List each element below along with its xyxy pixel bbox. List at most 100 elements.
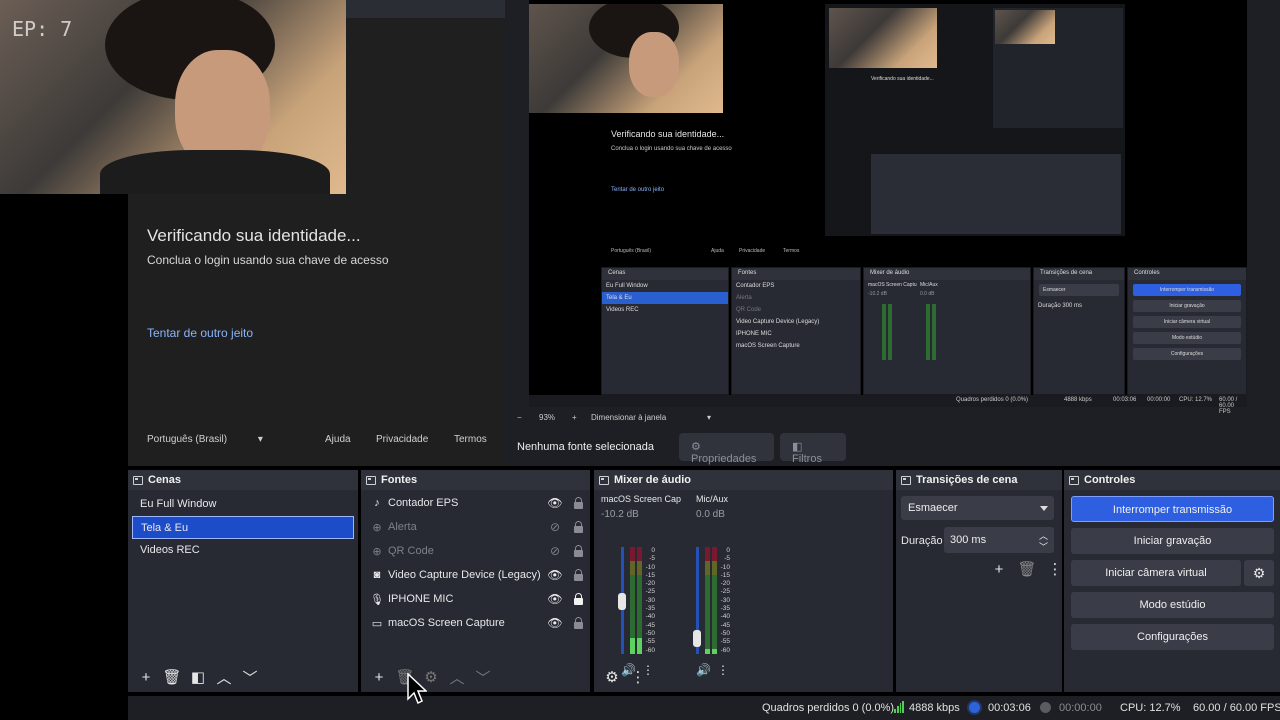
chevron-down-icon[interactable]: ﹀ [238,666,262,688]
studio-mode-button[interactable]: Modo estúdio [1071,592,1274,618]
add-transition-icon[interactable]: + [987,558,1011,580]
source-item[interactable]: ▭ macOS Screen Capture 👁 [361,611,590,635]
lock-closed-icon[interactable] [571,591,585,607]
nested2-login-title: Verificando sua identidade... [871,76,934,82]
chevron-up-icon[interactable]: ︿ [212,666,236,688]
trash-icon[interactable]: 🗑 [1015,558,1039,580]
rec-status-icon [1040,702,1051,713]
start-virtual-camera-button[interactable]: Iniciar câmera virtual [1071,560,1241,586]
eye-hidden-icon[interactable]: ⊘ [547,519,563,535]
source-item[interactable]: ⊕ QR Code ⊘ [361,539,590,563]
nested-language: Português (Brasil) [611,248,652,254]
lock-open-icon[interactable] [571,519,585,535]
nested-obs-level2: Verificando sua identidade... [825,4,1125,236]
chevron-down-icon[interactable]: ﹀ [471,666,495,688]
nested-mixer-dock: Mixer de áudio macOS Screen Captu -10.2 … [863,267,1031,395]
lock-open-icon[interactable] [571,615,585,631]
bitrate: 4888 kbps [909,702,960,714]
controls-dock: Controles Interromper transmissão Inicia… [1064,470,1280,692]
sources-dock-header: Fontes [361,470,590,490]
sources-dock: Fontes ♪ Contador EPS 👁 ⊕ Alerta ⊘ ⊕ QR … [361,470,590,692]
nested-status-bar: Quadros perdidos 0 (0.0%) 4888 kbps 00:0… [529,395,1247,415]
nested-controls-dock: Controles Interromper transmissão Inicia… [1127,267,1247,395]
stepper-down-icon[interactable]: ﹀ [1039,540,1048,553]
sources-toolbar: + 🗑 ⚙ ︿ ﹀ [361,662,590,692]
advanced-audio-gear-icon[interactable]: ⚙ [600,666,624,688]
cpu-usage: CPU: 12.7% [1120,702,1181,714]
sound-icon: ♪ [374,497,380,509]
eye-icon[interactable]: 👁 [547,495,563,511]
microphone-icon: 🎙 [370,593,384,606]
stream-status-icon [969,702,980,713]
scene-item[interactable]: Videos REC [132,539,354,562]
transitions-dock: Transições de cena Esmaecer Duração 300 … [896,470,1063,692]
more-icon[interactable]: ⋮ [626,666,650,688]
camera-icon: ◙ [373,569,381,581]
signal-icon [894,701,904,713]
volume-slider-knob[interactable] [618,592,626,610]
nested-webcam [529,4,723,113]
chevron-down-icon [1040,506,1048,511]
source-item[interactable]: ⊕ Alerta ⊘ [361,515,590,539]
level-meter [630,547,635,654]
eye-icon[interactable]: 👁 [547,615,563,631]
eye-icon[interactable]: 👁 [547,591,563,607]
captured-window-bar [346,0,505,18]
monitor-icon: ▭ [371,617,383,630]
login-title: Verificando sua identidade... [147,226,361,245]
eye-icon[interactable]: 👁 [547,567,563,583]
nested-source-toolbar: Nenhuma fonte selecionada [505,428,1280,466]
mixer-channel-db: 0.0 dB [696,509,725,520]
fps: 60.00 / 60.00 FPS [1193,702,1280,714]
nested-login-subtitle: Conclua o login usando sua chave de aces… [611,146,732,152]
scene-item-selected[interactable]: Tela & Eu [132,516,354,539]
mixer-channel: macOS Screen Captur -10.2 dB 0-5-10-15-2… [601,490,681,677]
filter-icon[interactable]: ◧ [186,666,210,688]
stream-time: 00:03:06 [988,702,1031,714]
preview-canvas[interactable]: Verificando sua identidade... Conclua o … [0,0,1280,466]
properties-button[interactable]: ⚙ Propriedades [679,433,774,465]
mixer-channel-db: -10.2 dB [601,509,639,520]
source-item[interactable]: ♪ Contador EPS 👁 [361,491,590,515]
transition-select[interactable]: Esmaecer [901,496,1054,520]
mixer-dock-header: Mixer de áudio [594,470,893,490]
chevron-up-icon[interactable]: ︿ [445,666,469,688]
status-bar: Quadros perdidos 0 (0.0%) 4888 kbps 00:0… [128,696,1280,720]
nested-zoom-bar: − 93% + Dimensionar à janela ▾ [517,413,712,422]
eye-hidden-icon[interactable]: ⊘ [547,543,563,559]
stop-stream-button[interactable]: Interromper transmissão [1071,496,1274,522]
duration-label: Duração [901,535,943,547]
lock-open-icon[interactable] [571,495,585,511]
nested-privacy: Privacidade [739,248,766,254]
nested-sources-dock: Fontes Contador EPS Alerta QR Code Video… [731,267,861,395]
add-scene-icon[interactable]: + [134,666,158,688]
meter-scale: 0 -5 -10 -15 -20 -25 -30 -35 -40 -45 -50 -55 -60 [720,547,730,654]
source-item[interactable]: ◙ Video Capture Device (Legacy) 👁 [361,563,590,587]
filters-button[interactable]: ◧ Filtros [780,433,846,465]
mixer-dock-title: Mixer de áudio [614,474,692,486]
browser-icon: ⊕ [372,545,382,558]
scenes-dock-header: Cenas [128,470,358,490]
nested-login-title: Verificando sua identidade... [611,129,725,139]
browser-icon: ⊕ [372,521,382,534]
source-item[interactable]: 🎙 IPHONE MIC 👁 [361,587,590,611]
nested-scenes-dock: Cenas Eu Full Window Tela & Eu Videos RE… [601,267,729,395]
webcam-overlay: EP: 7 [0,0,346,194]
rec-time: 00:00:00 [1059,702,1102,714]
lock-open-icon[interactable] [571,543,585,559]
volume-slider-knob[interactable] [693,629,701,647]
scene-item[interactable]: Eu Full Window [132,493,354,516]
lock-open-icon[interactable] [571,567,585,583]
duration-input[interactable]: 300 ms ︿ ﹀ [944,527,1054,553]
add-source-icon[interactable]: + [367,666,391,688]
dock-window-icon [599,475,609,485]
nested-obs-capture: Verificando sua identidade... Conclua o … [505,0,1280,466]
start-recording-button[interactable]: Iniciar gravação [1071,528,1274,554]
meter-scale: 0 -5 -10 -15 -20 -25 -30 -35 -40 -45 -50 -55 -60 [645,547,655,654]
login-privacy: Privacidade [376,434,429,445]
trash-icon[interactable]: 🗑 [160,666,184,688]
mixer-channel: Mic/Aux 0.0 dB 0 -5 -10 -15 -20 -25 -30 -35 -40-… [693,490,756,677]
virtual-camera-gear-icon[interactable]: ⚙ [1244,560,1274,586]
settings-button[interactable]: Configurações [1071,624,1274,650]
scenes-toolbar: + 🗑 ◧ ︿ ﹀ [128,662,358,692]
